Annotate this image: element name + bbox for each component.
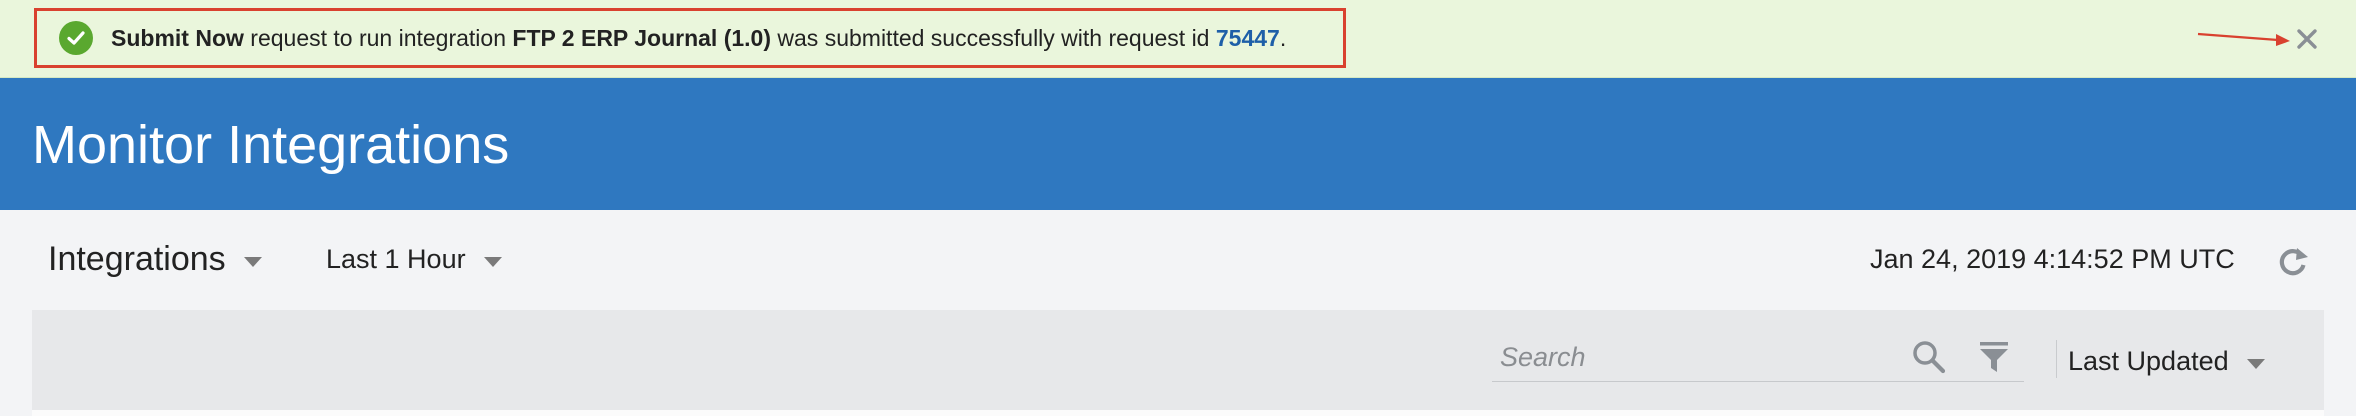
chevron-down-icon [243, 256, 262, 267]
integrations-view-dropdown[interactable]: Integrations [48, 240, 262, 279]
time-range-dropdown[interactable]: Last 1 Hour [326, 244, 502, 275]
integration-name: FTP 2 ERP Journal (1.0) [512, 24, 772, 51]
search-input[interactable] [1498, 336, 1862, 378]
check-circle-icon [59, 21, 93, 55]
chevron-down-icon [483, 256, 502, 267]
success-message: Submit Now request to run integration FT… [34, 8, 1346, 68]
page-title: Monitor Integrations [32, 115, 510, 175]
filter-panel: Last Updated [32, 310, 2324, 416]
sort-dropdown[interactable]: Last Updated [2068, 346, 2265, 377]
chevron-down-icon [2246, 358, 2265, 369]
last-refresh-timestamp: Jan 24, 2019 4:14:52 PM UTC [1870, 244, 2235, 274]
search-icon[interactable] [1912, 340, 1946, 374]
message-part-3: . [1279, 24, 1287, 51]
toolbar-divider [2056, 340, 2057, 378]
refresh-icon[interactable] [2276, 244, 2310, 278]
request-id-link[interactable]: 75447 [1216, 25, 1280, 51]
success-banner: Submit Now request to run integration FT… [0, 0, 2356, 78]
close-icon[interactable] [2290, 22, 2324, 56]
sort-label: Last Updated [2068, 346, 2229, 376]
message-part-2: was submitted successfully with request … [771, 24, 1216, 51]
arrow-icon [2197, 32, 2290, 46]
action-name: Submit Now [111, 24, 244, 51]
message-part-1: request to run integration [243, 24, 513, 51]
page-header: Monitor Integrations [0, 78, 2356, 210]
toolbar: Integrations Last 1 Hour Jan 24, 2019 4:… [0, 210, 2356, 310]
time-range-label: Last 1 Hour [326, 244, 466, 274]
success-message-text: Submit Now request to run integration FT… [111, 25, 1286, 52]
filter-icon[interactable] [1978, 340, 2010, 374]
panel-bottom-edge [32, 410, 2324, 416]
integrations-view-label: Integrations [48, 240, 226, 278]
